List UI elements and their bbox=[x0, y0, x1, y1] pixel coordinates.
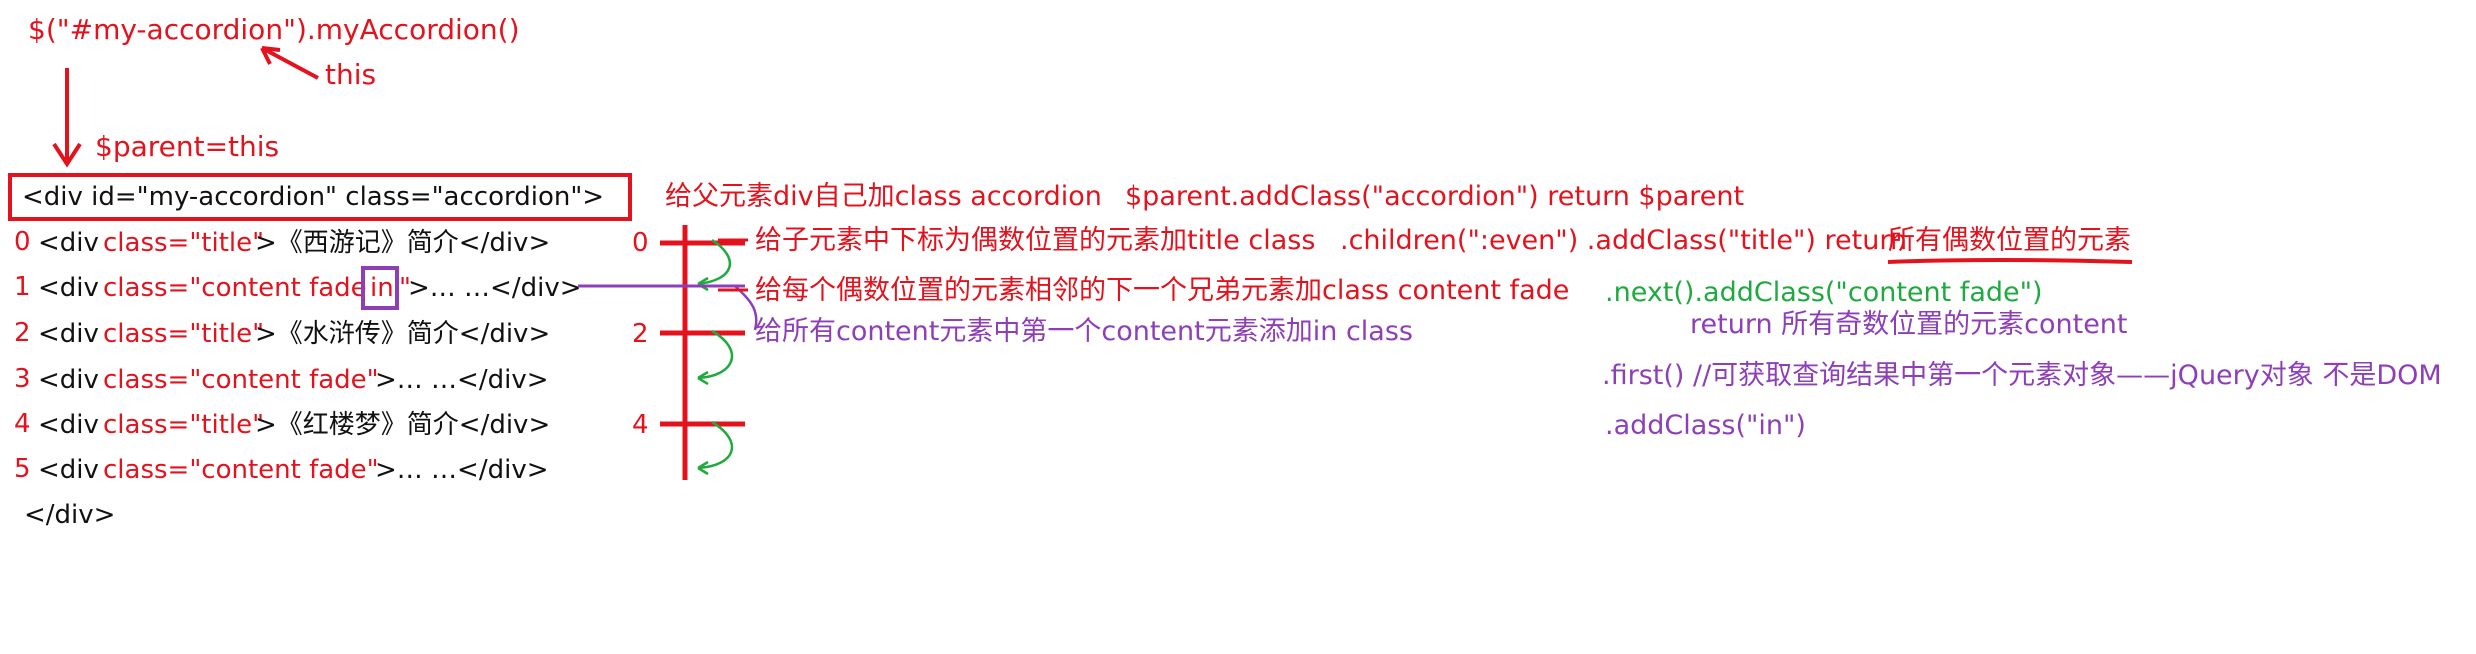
next-arc bbox=[697, 329, 734, 380]
next-arc bbox=[697, 420, 734, 470]
root-tag-box bbox=[8, 173, 632, 221]
in-curve bbox=[734, 285, 758, 331]
return-underline bbox=[1887, 258, 2133, 264]
annotation-strokes bbox=[8, 46, 2133, 480]
annotated-code-diagram: $("#my-accordion").myAccordion() this $p… bbox=[0, 0, 2476, 654]
next-arc bbox=[697, 238, 732, 286]
in-class-box bbox=[361, 266, 399, 310]
